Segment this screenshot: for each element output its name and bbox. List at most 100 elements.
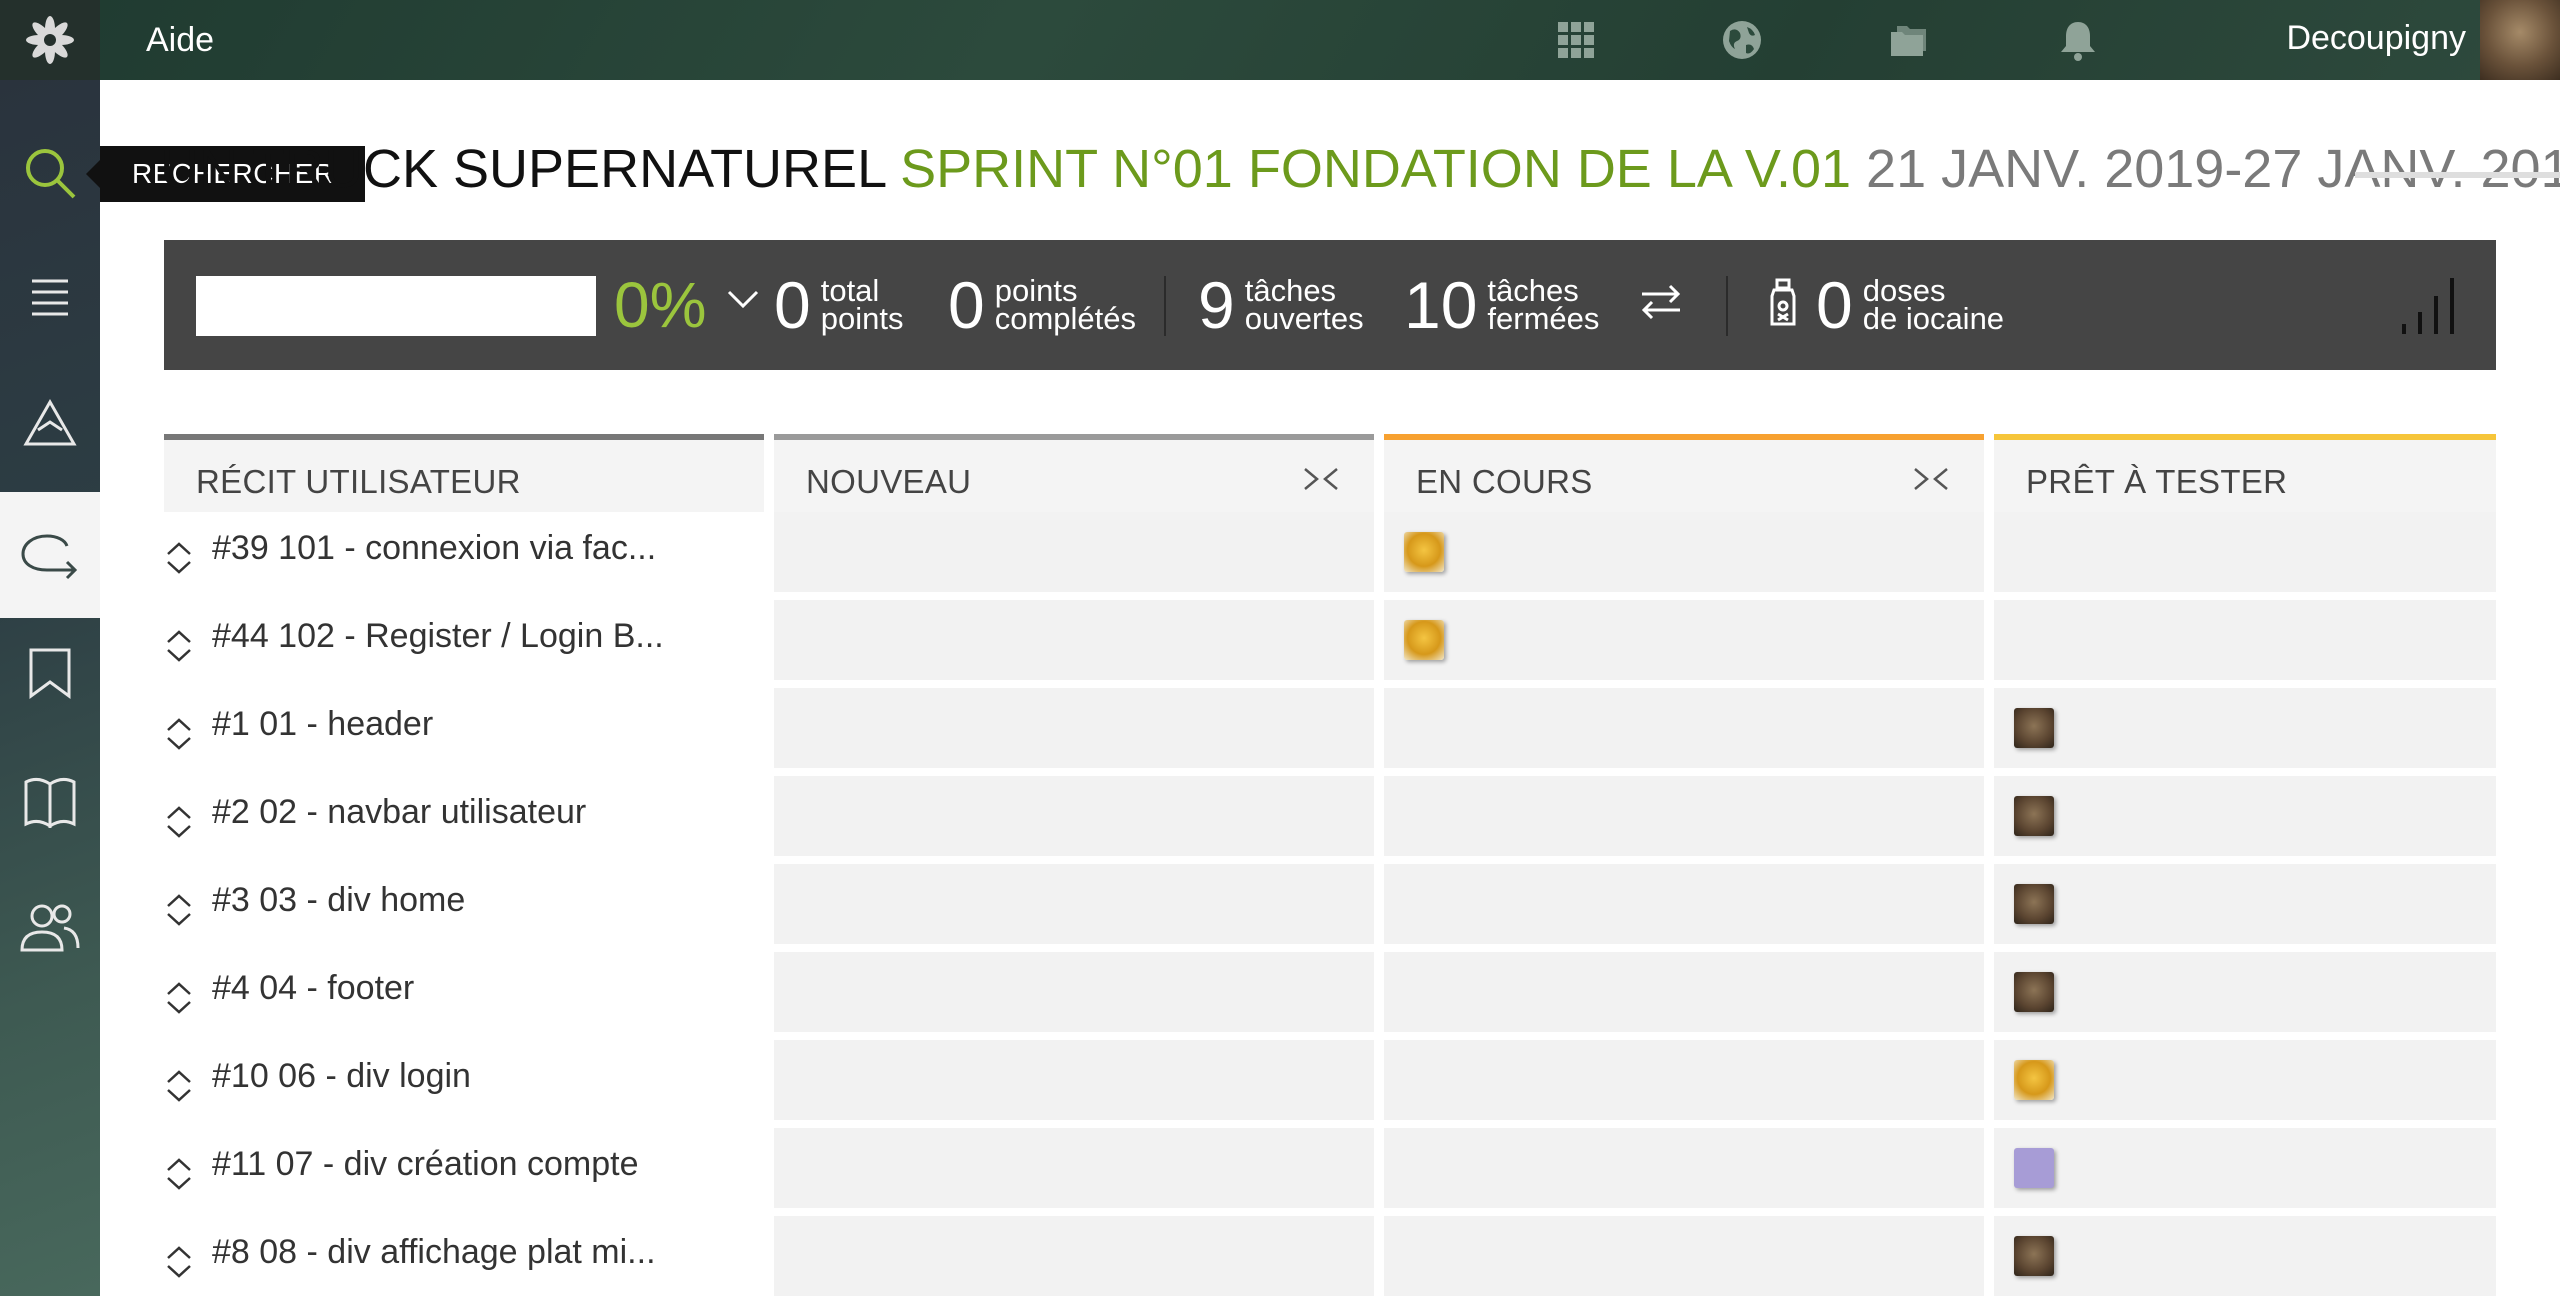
globe-icon[interactable] — [1716, 14, 1768, 66]
logo-flower-icon[interactable] — [0, 0, 100, 80]
task-cell-en-cours — [1384, 512, 1984, 592]
task-cell-nouveau — [774, 776, 1374, 856]
closed-tasks-label-2: fermées — [1487, 301, 1600, 336]
sprint-dates: 21 JANV. 2019-27 JANV. 2019 — [1866, 139, 2560, 199]
expand-collapse-icon[interactable] — [164, 1068, 194, 1109]
iocaine-value: 0 — [1816, 268, 1853, 342]
task-cell-pret-a-tester — [1994, 952, 2496, 1032]
total-points-value: 0 — [774, 268, 811, 342]
open-tasks-value: 9 — [1198, 268, 1235, 342]
menu-icon[interactable] — [0, 234, 100, 360]
task-cell-pret-a-tester — [1994, 688, 2496, 768]
total-points-stat: 0 total points — [774, 270, 903, 340]
completion-percent: 0% — [614, 269, 707, 341]
completed-points-stat: 0 points complétés — [948, 270, 1136, 340]
completed-points-value: 0 — [948, 268, 985, 342]
task-cell-en-cours — [1384, 688, 1984, 768]
user-story-title[interactable]: #2 02 - navbar utilisateur — [212, 792, 586, 832]
task-card-avatar[interactable] — [2014, 708, 2054, 748]
user-story-title[interactable]: #4 04 - footer — [212, 968, 414, 1008]
team-icon[interactable] — [0, 864, 100, 990]
column-title: NOUVEAU — [806, 463, 972, 500]
search-icon[interactable] — [0, 110, 100, 236]
user-story-cell: #1 01 - header — [164, 688, 764, 768]
task-card-avatar[interactable] — [2014, 1060, 2054, 1100]
burndown-graph-icon[interactable] — [2398, 268, 2468, 343]
column-header-pret-a-tester: PRÊT À TESTER — [1994, 434, 2496, 512]
user-story-title[interactable]: #3 03 - div home — [212, 880, 465, 920]
task-cell-pret-a-tester — [1994, 600, 2496, 680]
user-story-title[interactable]: #39 101 - connexion via fac... — [212, 528, 656, 568]
task-cell-pret-a-tester — [1994, 512, 2496, 592]
task-card-avatar[interactable] — [1404, 532, 1444, 572]
expand-collapse-icon[interactable] — [164, 716, 194, 757]
task-cell-en-cours — [1384, 600, 1984, 680]
column-header-nouveau: NOUVEAU — [774, 434, 1374, 512]
user-story-cell: #39 101 - connexion via fac... — [164, 512, 764, 592]
task-cell-pret-a-tester — [1994, 776, 2496, 856]
swap-arrows-icon[interactable] — [1638, 280, 1684, 329]
closed-tasks-stat: 10 tâches fermées — [1404, 270, 1599, 340]
fold-column-icon[interactable] — [1912, 466, 1950, 497]
filter-input[interactable] — [196, 276, 596, 336]
stats-divider — [1164, 276, 1166, 336]
book-icon[interactable] — [0, 738, 100, 864]
task-card-avatar[interactable] — [2014, 1148, 2054, 1188]
folders-icon[interactable] — [1884, 14, 1936, 66]
task-card-avatar[interactable] — [2014, 972, 2054, 1012]
poison-bottle-icon — [1768, 278, 1798, 333]
chevron-down-icon[interactable] — [726, 288, 760, 317]
mountain-icon[interactable] — [0, 360, 100, 486]
task-card-avatar[interactable] — [2014, 796, 2054, 836]
bookmark-icon[interactable] — [0, 610, 100, 736]
user-story-title[interactable]: #10 06 - div login — [212, 1056, 471, 1096]
expand-collapse-icon[interactable] — [164, 628, 194, 669]
completed-points-label-2: complétés — [994, 301, 1137, 336]
user-story-title[interactable]: #8 08 - div affichage plat mi... — [212, 1232, 656, 1272]
task-card-avatar[interactable] — [2014, 884, 2054, 924]
user-story-cell: #4 04 - footer — [164, 952, 764, 1032]
task-card-avatar[interactable] — [1404, 620, 1444, 660]
user-story-cell: #8 08 - div affichage plat mi... — [164, 1216, 764, 1296]
expand-collapse-icon[interactable] — [164, 892, 194, 933]
sprint-loop-icon[interactable] — [0, 492, 100, 618]
column-title: PRÊT À TESTER — [2026, 463, 2288, 500]
fold-column-icon[interactable] — [1302, 466, 1340, 497]
task-cell-en-cours — [1384, 1216, 1984, 1296]
task-cell-nouveau — [774, 864, 1374, 944]
task-cell-en-cours — [1384, 1128, 1984, 1208]
task-cell-nouveau — [774, 1128, 1374, 1208]
expand-collapse-icon[interactable] — [164, 980, 194, 1021]
closed-tasks-value: 10 — [1404, 268, 1478, 342]
task-cell-nouveau — [774, 1216, 1374, 1296]
task-cell-en-cours — [1384, 1040, 1984, 1120]
column-header-user-story: RÉCIT UTILISATEUR — [164, 434, 764, 512]
project-name[interactable]: UN TRUCK SUPERNATUREL — [160, 139, 885, 199]
expand-collapse-icon[interactable] — [164, 1244, 194, 1285]
column-title: EN COURS — [1416, 463, 1593, 500]
apps-grid-icon[interactable] — [1550, 14, 1602, 66]
expand-collapse-icon[interactable] — [164, 1156, 194, 1197]
user-story-cell: #2 02 - navbar utilisateur — [164, 776, 764, 856]
user-story-title[interactable]: #44 102 - Register / Login B... — [212, 616, 664, 656]
expand-collapse-icon[interactable] — [164, 804, 194, 845]
user-story-title[interactable]: #1 01 - header — [212, 704, 433, 744]
help-link[interactable]: Aide — [146, 20, 214, 60]
task-card-avatar[interactable] — [2014, 1236, 2054, 1276]
bell-icon[interactable] — [2052, 14, 2104, 66]
task-cell-en-cours — [1384, 864, 1984, 944]
task-cell-nouveau — [774, 688, 1374, 768]
user-avatar[interactable] — [2480, 0, 2560, 80]
column-title: RÉCIT UTILISATEUR — [196, 463, 521, 500]
user-story-title[interactable]: #11 07 - div création compte — [212, 1144, 639, 1184]
user-name[interactable]: Decoupigny — [2286, 18, 2466, 58]
user-story-cell: #3 03 - div home — [164, 864, 764, 944]
expand-collapse-icon[interactable] — [164, 540, 194, 581]
task-cell-en-cours — [1384, 776, 1984, 856]
task-cell-nouveau — [774, 1040, 1374, 1120]
user-story-cell: #10 06 - div login — [164, 1040, 764, 1120]
user-story-cell: #44 102 - Register / Login B... — [164, 600, 764, 680]
task-cell-pret-a-tester — [1994, 864, 2496, 944]
open-tasks-label-2: ouvertes — [1244, 301, 1364, 336]
top-bar: Aide Decoupigny — [0, 0, 2560, 80]
